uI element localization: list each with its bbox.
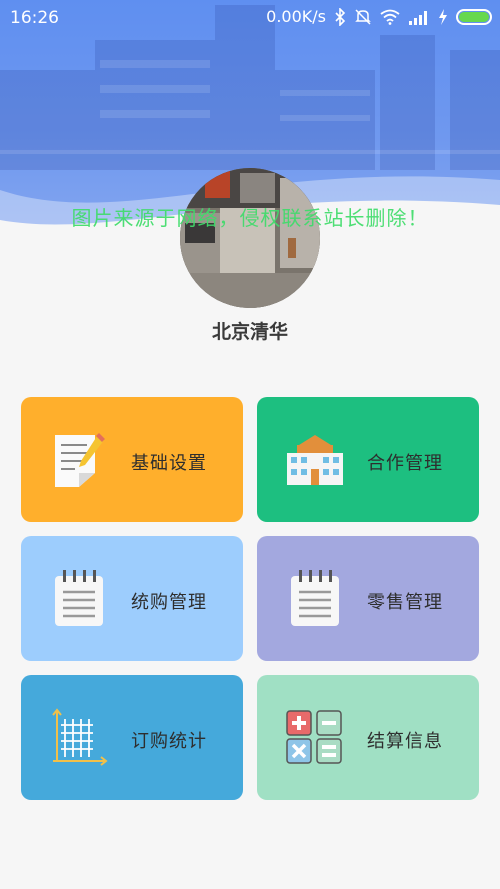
- notepad-pencil-icon: [55, 433, 105, 487]
- tile-label: 基础设置: [131, 453, 207, 474]
- battery-fill: [459, 11, 489, 22]
- avatar-photo: [180, 168, 320, 308]
- notebook-icon: [55, 570, 103, 626]
- wifi-icon: [380, 9, 400, 25]
- notebook-icon: [291, 570, 339, 626]
- tile-label: 结算信息: [367, 731, 443, 752]
- signal-icon: [409, 10, 427, 25]
- calculator-icon: [286, 710, 342, 764]
- avatar[interactable]: [180, 168, 320, 308]
- tile-bulk-purchase[interactable]: 统购管理: [21, 536, 243, 661]
- tile-label: 订购统计: [131, 731, 207, 752]
- battery-icon: [456, 8, 492, 25]
- watermark-text: 图片来源于网络，侵权联系站长删除！: [71, 206, 429, 230]
- tile-basic-settings[interactable]: 基础设置: [21, 397, 243, 522]
- tile-label: 合作管理: [367, 453, 443, 474]
- tile-order-statistics[interactable]: 订购统计: [21, 675, 243, 800]
- building-icon: [287, 435, 343, 485]
- mute-icon: [355, 8, 371, 25]
- charging-icon: [439, 8, 447, 25]
- status-bar: 16:26 0.00K/s: [0, 0, 500, 36]
- bluetooth-icon: [335, 7, 346, 26]
- tile-settlement[interactable]: 结算信息: [257, 675, 479, 800]
- tile-label: 统购管理: [131, 592, 207, 613]
- tile-retail[interactable]: 零售管理: [257, 536, 479, 661]
- net-speed: 0.00K/s: [266, 7, 326, 26]
- grid-chart-icon: [52, 708, 108, 766]
- tile-cooperation[interactable]: 合作管理: [257, 397, 479, 522]
- tile-label: 零售管理: [367, 592, 443, 613]
- status-time: 16:26: [10, 8, 59, 28]
- user-name: 北京清华: [211, 321, 288, 343]
